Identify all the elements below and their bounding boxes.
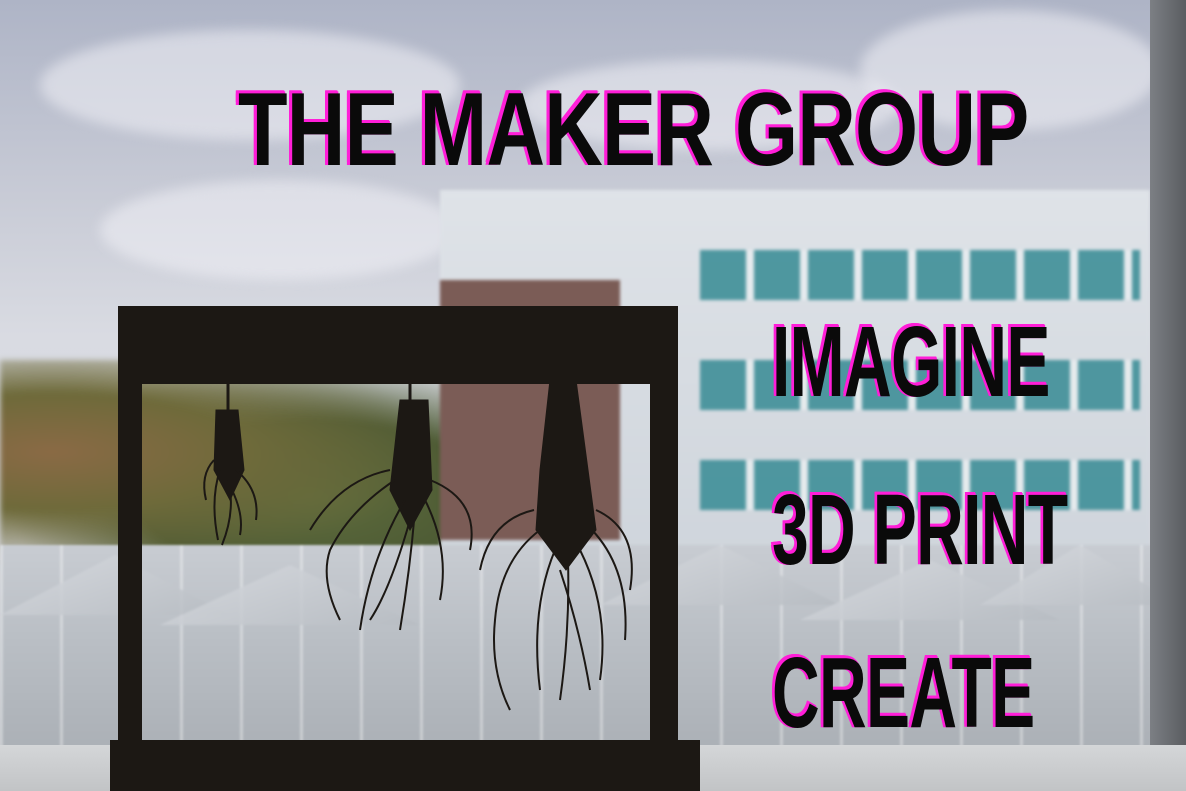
tagline-create: CREATE [772,637,1035,749]
root-model-stand [110,300,700,791]
root-model-small [203,409,258,546]
window-frame [1150,0,1186,791]
root-model-medium [309,399,473,631]
tagline-3d-print: 3D PRINT [772,474,1068,586]
root-model-large [479,379,633,711]
poster-title: THE MAKER GROUP [238,72,1029,188]
tagline-imagine: IMAGINE [772,306,1050,418]
